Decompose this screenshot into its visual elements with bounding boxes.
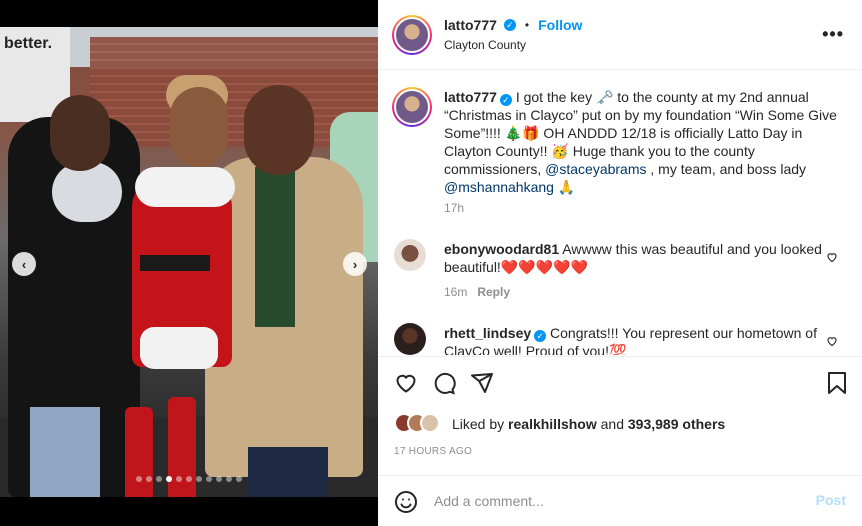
likes-prefix: Liked by — [452, 416, 509, 432]
mention-link[interactable]: @mshannahkang — [444, 179, 554, 195]
commenter-avatar[interactable] — [394, 239, 426, 271]
save-bookmark-icon[interactable] — [826, 371, 848, 395]
previous-slide-button[interactable]: ‹ — [12, 252, 36, 276]
likes-summary: Liked by realkhillshow and 393,989 other… — [394, 413, 725, 435]
commenter-avatar[interactable] — [394, 323, 426, 355]
post-header: latto777 ✓ • Follow Clayton County ••• — [378, 0, 862, 70]
carousel-dot — [186, 476, 192, 482]
liker-username[interactable]: realkhillshow — [508, 416, 597, 432]
share-send-icon[interactable] — [470, 371, 494, 395]
post-comment-button[interactable]: Post — [816, 492, 846, 508]
comment-bubble-icon[interactable] — [432, 371, 456, 395]
likes-middle: and — [596, 416, 628, 432]
likes-count[interactable]: 393,989 others — [628, 416, 725, 432]
author-avatar[interactable] — [392, 15, 432, 55]
post-location[interactable]: Clayton County — [444, 38, 526, 52]
carousel-dot — [156, 476, 162, 482]
caption-text: 🙏 — [553, 179, 576, 195]
carousel-dot — [176, 476, 182, 482]
like-comment-icon[interactable] — [826, 251, 838, 266]
author-username[interactable]: latto777 — [444, 17, 497, 33]
chevron-right-icon: › — [352, 256, 358, 272]
emoji-picker-icon[interactable] — [394, 490, 418, 517]
post-sidebar: latto777 ✓ • Follow Clayton County ••• l… — [378, 0, 862, 526]
more-options-icon[interactable]: ••• — [822, 24, 844, 45]
post-photo[interactable]: better. — [0, 27, 378, 497]
comment-time[interactable]: 16m — [444, 285, 467, 299]
carousel-dot — [166, 476, 172, 482]
post-media: better. ‹ › — [0, 0, 378, 526]
liker-avatars[interactable] — [394, 413, 444, 435]
comment-input[interactable] — [434, 490, 794, 512]
carousel-dot — [206, 476, 212, 482]
commenter-username[interactable]: rhett_lindsey — [444, 325, 531, 341]
mention-link[interactable]: @staceyabrams — [545, 161, 646, 177]
like-heart-icon[interactable] — [394, 371, 418, 395]
follow-button[interactable]: Follow — [538, 17, 582, 33]
caption-username[interactable]: latto777 — [444, 89, 497, 105]
verified-badge-icon: ✓ — [503, 19, 516, 31]
post-actions: Liked by realkhillshow and 393,989 other… — [378, 356, 862, 526]
comments-section[interactable]: latto777 ✓ I got the key 🗝️ to the county… — [378, 71, 862, 355]
commenter-username[interactable]: ebonywoodard81 — [444, 241, 559, 257]
verified-badge-icon: ✓ — [499, 94, 512, 106]
carousel-dot — [136, 476, 142, 482]
carousel-dot — [216, 476, 222, 482]
post-timestamp[interactable]: 17 HOURS AGO — [394, 446, 472, 457]
carousel-dot — [146, 476, 152, 482]
truck-text: better. — [4, 35, 53, 52]
add-comment-bar: Post — [378, 475, 862, 526]
verified-badge-icon: ✓ — [534, 330, 547, 342]
carousel-indicator — [0, 476, 378, 482]
chevron-left-icon: ‹ — [21, 256, 27, 272]
caption-time[interactable]: 17h — [444, 201, 464, 215]
next-slide-button[interactable]: › — [343, 252, 367, 276]
caption-avatar[interactable] — [392, 87, 432, 127]
carousel-dot — [226, 476, 232, 482]
separator: • — [524, 18, 530, 32]
caption-text: , my team, and boss lady — [646, 161, 807, 177]
carousel-dot — [236, 476, 242, 482]
like-comment-icon[interactable] — [826, 335, 838, 350]
reply-button[interactable]: Reply — [477, 285, 510, 299]
carousel-dot — [196, 476, 202, 482]
